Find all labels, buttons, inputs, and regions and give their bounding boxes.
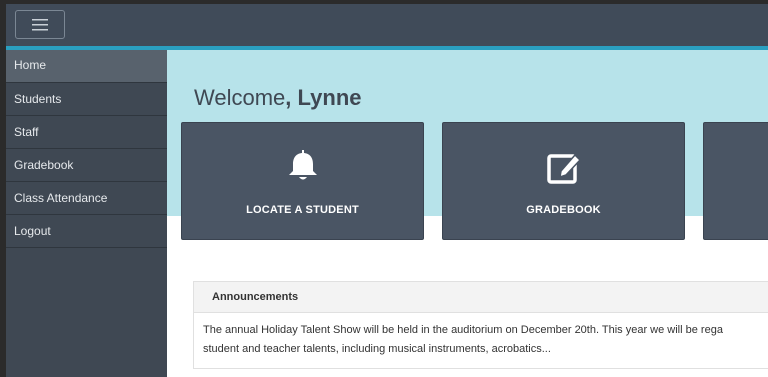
sidebar-item-gradebook[interactable]: Gradebook — [6, 149, 167, 182]
announcements-title: Announcements — [194, 282, 768, 313]
edit-icon — [545, 149, 583, 192]
welcome-heading: Welcome, Lynne — [194, 85, 362, 111]
welcome-user-name: Lynne — [297, 85, 362, 110]
bell-icon — [285, 149, 321, 190]
tile-label-gradebook: GRADEBOOK — [526, 204, 601, 216]
locate-student-tile[interactable]: LOCATE A STUDENT — [181, 122, 424, 240]
top-navbar — [6, 4, 768, 46]
announcements-body: The annual Holiday Talent Show will be h… — [194, 313, 768, 367]
announcements-panel: Announcements The annual Holiday Talent … — [193, 281, 768, 369]
menu-toggle-button[interactable] — [15, 10, 65, 39]
announcement-line-1: The annual Holiday Talent Show will be h… — [203, 324, 723, 336]
tile-label-locate-student: LOCATE A STUDENT — [246, 204, 359, 216]
announcement-line-2: student and teacher talents, including m… — [203, 343, 551, 355]
welcome-comma: , — [285, 85, 298, 110]
sidebar-item-staff[interactable]: Staff — [6, 116, 167, 149]
gradebook-tile[interactable]: GRADEBOOK — [442, 122, 685, 240]
third-tile[interactable] — [703, 122, 768, 240]
welcome-prefix: Welcome — [194, 85, 286, 110]
hamburger-icon — [32, 18, 48, 30]
main-content: Welcome, Lynne LOCATE A STUDENT GRADEBOO… — [167, 50, 768, 377]
sidebar-item-class-attendance[interactable]: Class Attendance — [6, 182, 167, 215]
sidebar-item-students[interactable]: Students — [6, 83, 167, 116]
sidebar: Home Students Staff Gradebook Class Atte… — [6, 50, 167, 377]
sidebar-item-logout[interactable]: Logout — [6, 215, 167, 248]
sidebar-item-home[interactable]: Home — [6, 50, 167, 83]
